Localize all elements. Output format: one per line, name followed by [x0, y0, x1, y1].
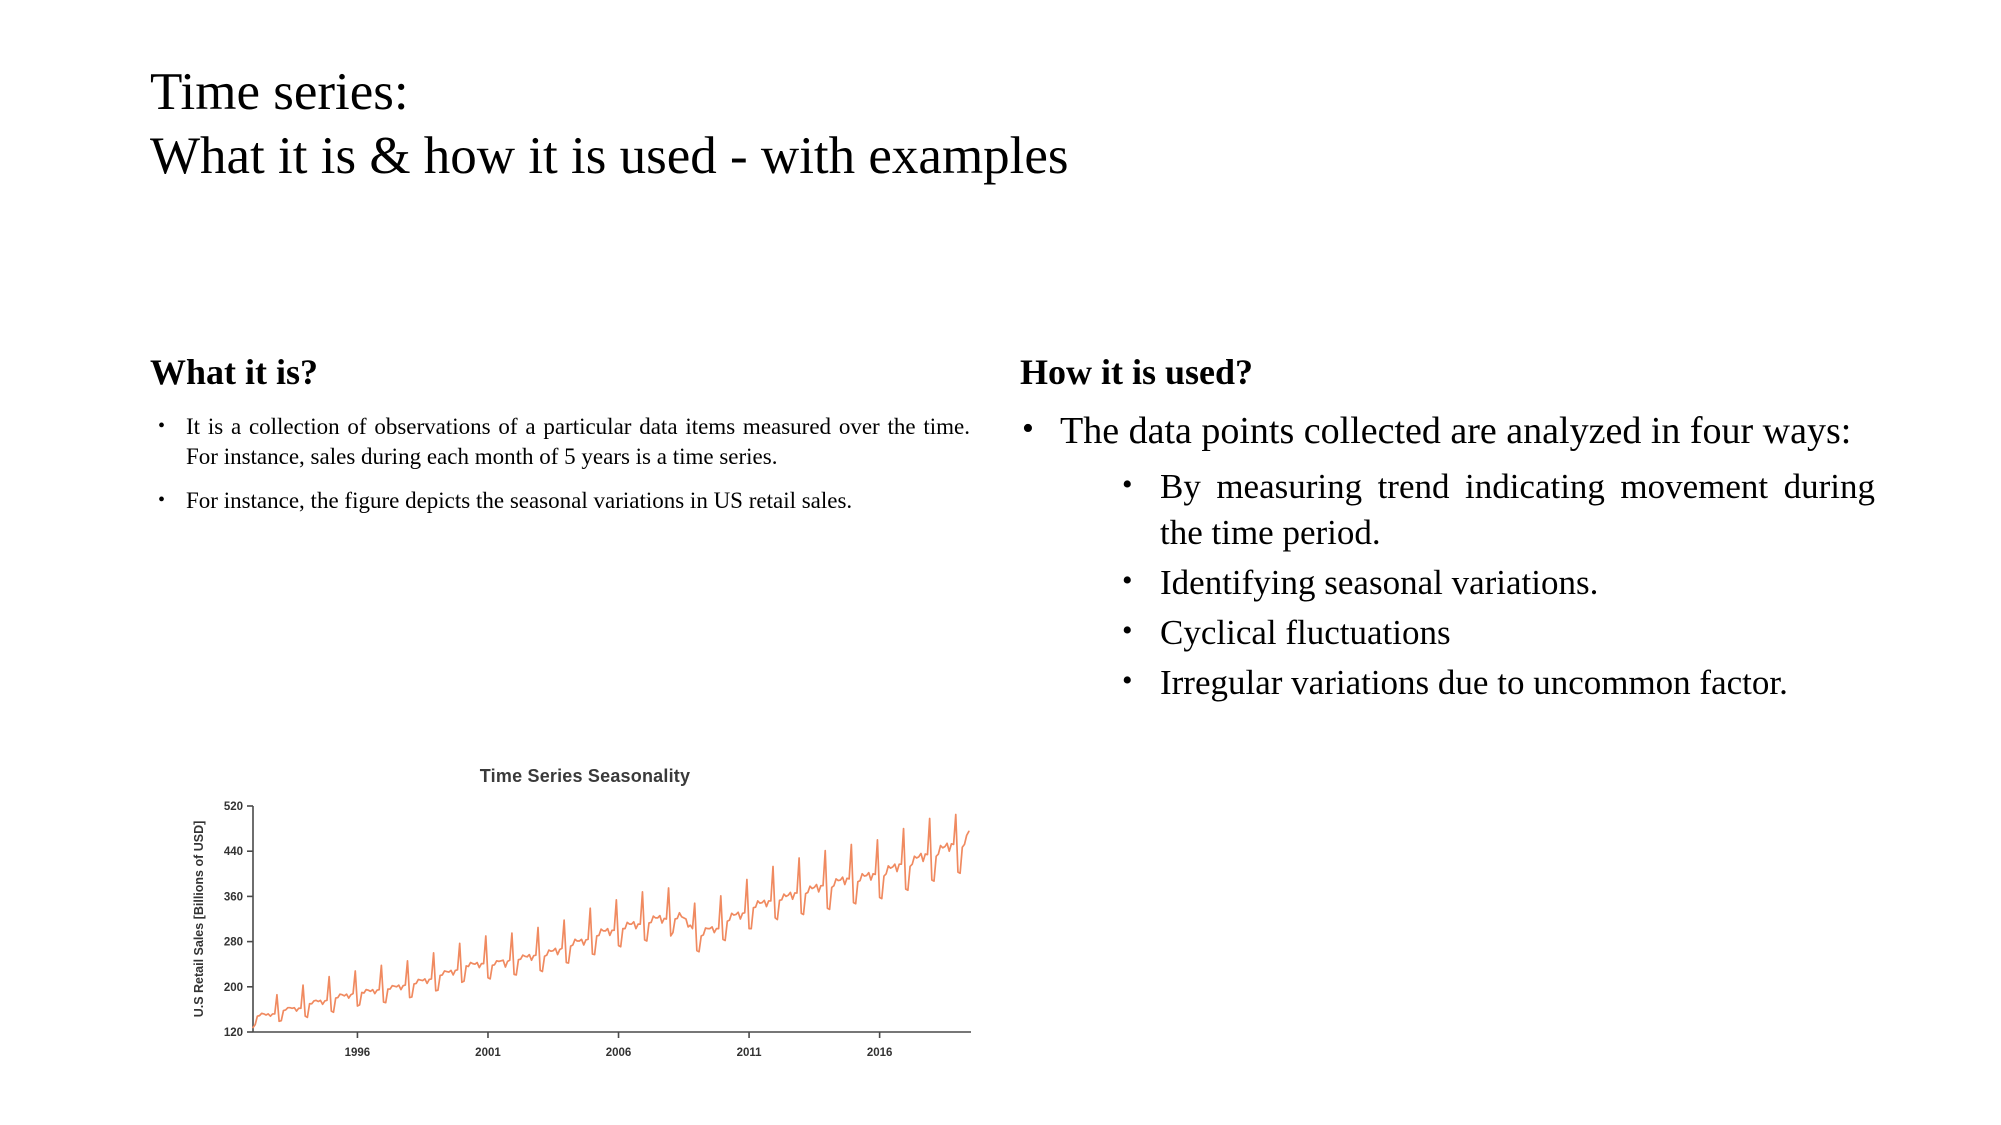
list-item-text: Irregular variations due to uncommon fac… [1160, 663, 1788, 702]
list-item-text: By measuring trend indicating movement d… [1160, 467, 1875, 552]
y-axis-tick-label: 520 [224, 801, 243, 813]
x-axis-tick-label: 2006 [606, 1047, 632, 1059]
bullet-point-icon: • [1122, 614, 1133, 647]
y-axis-tick-label: 280 [224, 937, 243, 949]
x-axis-tick-label: 2011 [737, 1047, 763, 1059]
list-item: • Identifying seasonal variations. [1118, 560, 1875, 606]
list-item: • For instance, the figure depicts the s… [150, 486, 970, 516]
right-sub-bullet-list: • By measuring trend indicating movement… [1060, 464, 1875, 706]
chart-series-line [252, 813, 970, 1029]
left-column-heading: What it is? [150, 352, 319, 392]
list-item: • The data points collected are analyzed… [1020, 406, 1875, 706]
list-item: • By measuring trend indicating movement… [1118, 464, 1875, 556]
bullet-point-icon: • [158, 415, 166, 437]
bullet-point-icon: • [1122, 468, 1133, 501]
bullet-point-icon: • [1122, 664, 1133, 697]
y-axis-title: U.S Retail Sales [Billions of USD] [192, 821, 206, 1018]
list-item-text: For instance, the figure depicts the sea… [186, 488, 853, 513]
list-item: • It is a collection of observations of … [150, 412, 970, 472]
title-line-1: Time series: [150, 63, 409, 121]
chart-canvas: 120 200 280 360 440 520 1996 2001 2006 2011 2016 U.… [192, 801, 971, 1059]
list-item-text: The data points collected are analyzed i… [1060, 410, 1852, 452]
x-axis-tick-label: 1996 [345, 1047, 371, 1059]
right-column-heading: How it is used? [1020, 352, 1254, 392]
left-column: What it is? • It is a collection of obse… [150, 350, 970, 516]
list-item-text: Identifying seasonal variations. [1160, 563, 1599, 602]
bullet-point-icon: • [1122, 564, 1133, 597]
y-axis-tick-label: 440 [224, 846, 243, 858]
left-bullet-list: • It is a collection of observations of … [150, 412, 970, 516]
right-column: How it is used? • The data points collec… [1020, 350, 1875, 712]
time-series-chart: Time Series Seasonality 120 200 280 360 440 5… [185, 760, 985, 1090]
title-line-2: What it is & how it is used - with examp… [150, 127, 1069, 185]
list-item-text: It is a collection of observations of a … [186, 414, 970, 469]
x-axis-tick-label: 2001 [475, 1047, 501, 1059]
list-item: • Irregular variations due to uncommon f… [1118, 660, 1875, 706]
y-axis-tick-label: 360 [224, 891, 243, 903]
slide-root: Time series: What it is & how it is used… [0, 0, 2001, 1125]
bullet-point-icon: • [158, 489, 166, 511]
y-axis-tick-label: 200 [224, 982, 243, 994]
list-item-text: Cyclical fluctuations [1160, 613, 1451, 652]
y-axis-tick-label: 120 [224, 1027, 243, 1039]
page-title: Time series: What it is & how it is used… [150, 60, 1870, 188]
bullet-point-icon: • [1022, 410, 1034, 447]
list-item: • Cyclical fluctuations [1118, 610, 1875, 656]
right-bullet-list: • The data points collected are analyzed… [1020, 406, 1875, 706]
x-axis-tick-label: 2016 [867, 1047, 893, 1059]
